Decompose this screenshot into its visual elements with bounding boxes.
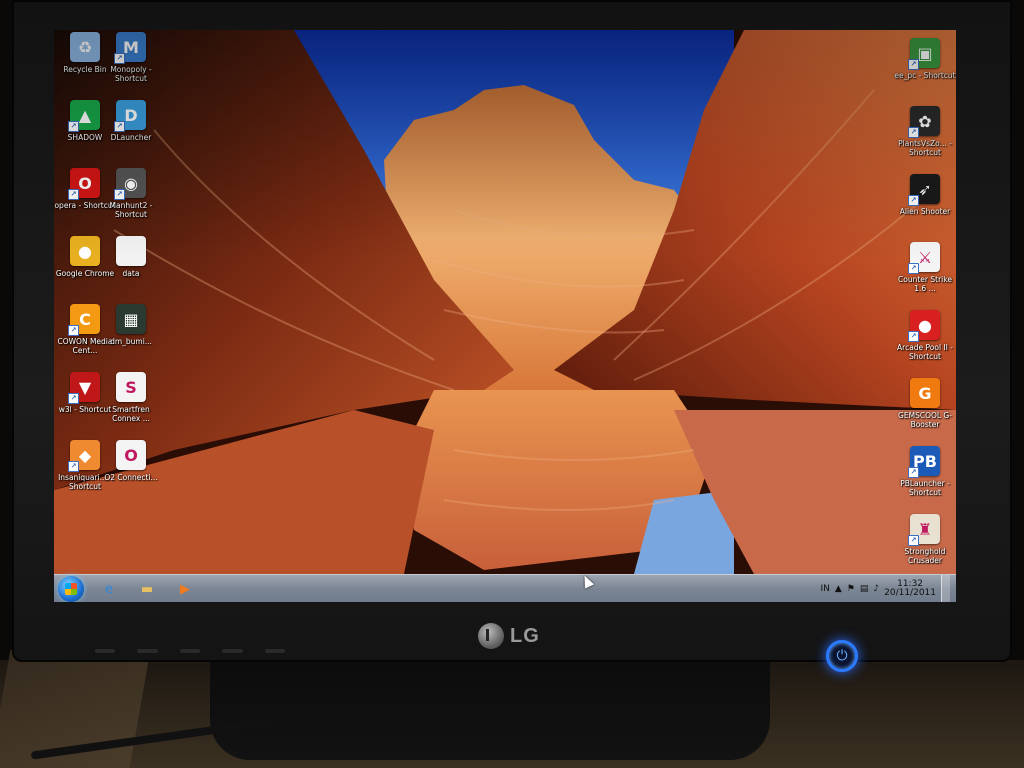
action-center-icon[interactable]: ⚑: [847, 584, 855, 594]
counter-strike-icon: ⚔ ↗: [908, 242, 940, 274]
network-icon[interactable]: ▤: [860, 584, 869, 594]
shortcut-arrow-icon: ↗: [908, 127, 919, 138]
shortcut-arrow-icon: ↗: [908, 195, 919, 206]
screen: ♻ Recycle Bin M ↗ Monopoly - Shortcut ▲ ↗ SHADO…: [54, 30, 956, 602]
shortcut-arrow-icon: ↗: [68, 121, 79, 132]
shortcut-arrow-icon: ↗: [114, 189, 125, 200]
lg-logo-icon: [478, 623, 504, 649]
gemscool-icon: G: [910, 378, 940, 408]
desktop-shortcut-label: PlantsVsZo... - Shortcut: [898, 139, 952, 157]
shortcut-arrow-icon: ↗: [68, 461, 79, 472]
arcade-pool-icon: ● ↗: [908, 310, 940, 342]
monitor-button[interactable]: [95, 649, 116, 653]
desktop-shortcut-label: Monopoly - Shortcut: [110, 65, 152, 83]
image-file-icon: ▦: [116, 304, 146, 334]
desktop-shortcut[interactable]: ♜ ↗ Stronghold Crusader: [894, 514, 956, 574]
shortcut-arrow-icon: ↗: [114, 121, 125, 132]
ee-pc-icon: ▣ ↗: [908, 38, 940, 70]
desktop-shortcut-label: dm_bumi...: [110, 337, 152, 346]
system-tray: IN ▲ ⚑ ▤ ♪ 11:32 20/11/2011: [820, 575, 956, 602]
desktop-shortcut[interactable]: data: [100, 236, 162, 296]
monitor-stand: [210, 660, 770, 760]
desktop-shortcut-label: Alien Shooter: [899, 207, 951, 216]
shortcut-arrow-icon: ↗: [68, 325, 79, 336]
volume-icon[interactable]: ♪: [873, 584, 879, 594]
monitor-button[interactable]: [137, 649, 158, 653]
desktop-shortcut[interactable]: O O2 Connecti...: [100, 440, 162, 500]
media-player-icon[interactable]: ▶: [174, 578, 196, 600]
recycle-bin-icon: ♻: [70, 32, 100, 62]
o2-icon: O: [116, 440, 146, 470]
language-indicator[interactable]: IN: [820, 584, 829, 594]
desktop-shortcut-label: Arcade Pool II - Shortcut: [897, 343, 953, 361]
desktop-shortcut-label: Manhunt2 - Shortcut: [109, 201, 153, 219]
desktop-shortcut[interactable]: ▦ dm_bumi...: [100, 304, 162, 364]
desktop-shortcut[interactable]: ➶ ↗ Alien Shooter: [894, 174, 956, 234]
desktop-shortcut-label: Counter Strike 1.6 ...: [898, 275, 952, 293]
plants-vs-zombies-icon: ✿ ↗: [908, 106, 940, 138]
desktop-shortcut[interactable]: ⚔ ↗ Counter Strike 1.6 ...: [894, 242, 956, 302]
desktop-shortcut[interactable]: ✿ ↗ PlantsVsZo... - Shortcut: [894, 106, 956, 166]
shadow-icon: ▲ ↗: [68, 100, 100, 132]
alien-shooter-icon: ➶ ↗: [908, 174, 940, 206]
opera-icon: O ↗: [68, 168, 100, 200]
shortcut-arrow-icon: ↗: [908, 59, 919, 70]
monitor-button[interactable]: [179, 649, 201, 653]
desktop-shortcut[interactable]: M ↗ Monopoly - Shortcut: [100, 32, 162, 92]
monopoly-icon: M ↗: [114, 32, 146, 64]
insaniquarium-icon: ◆ ↗: [68, 440, 100, 472]
desktop-shortcut[interactable]: ◉ ↗ Manhunt2 - Shortcut: [100, 168, 162, 228]
w3l-icon: ▼ ↗: [68, 372, 100, 404]
shortcut-arrow-icon: ↗: [114, 53, 125, 64]
shortcut-arrow-icon: ↗: [908, 263, 919, 274]
monitor-menu-buttons[interactable]: [95, 646, 286, 656]
clock[interactable]: 11:32 20/11/2011: [884, 580, 936, 598]
monitor-logo: LG: [478, 623, 540, 649]
clock-date: 20/11/2011: [884, 588, 936, 598]
taskbar: e ▬ ▶ IN ▲ ⚑ ▤ ♪ 11:32 20/11/2011: [54, 574, 956, 602]
shortcut-arrow-icon: ↗: [68, 393, 79, 404]
cowon-icon: C ↗: [68, 304, 100, 336]
desktop-shortcut[interactable]: G GEMSCOOL G-Booster: [894, 378, 956, 438]
desktop-shortcut-label: Smartfren Connex ...: [112, 405, 150, 423]
desktop-shortcut-label: PBLauncher - Shortcut: [900, 479, 950, 497]
desktop-shortcut[interactable]: S Smartfren Connex ...: [100, 372, 162, 432]
monitor-button[interactable]: [264, 649, 286, 653]
power-button[interactable]: ⏻: [826, 640, 858, 672]
internet-explorer-icon[interactable]: e: [98, 578, 120, 600]
pblauncher-icon: PB ↗: [908, 446, 940, 478]
stronghold-icon: ♜ ↗: [908, 514, 940, 546]
power-icon: ⏻: [836, 648, 848, 664]
desktop-shortcut-label: Stronghold Crusader: [904, 547, 946, 565]
desktop-shortcut[interactable]: ▣ ↗ ee_pc - Shortcut: [894, 38, 956, 98]
smartfren-icon: S: [116, 372, 146, 402]
desktop-shortcut[interactable]: PB ↗ PBLauncher - Shortcut: [894, 446, 956, 506]
desktop-shortcut[interactable]: D ↗ DLauncher: [100, 100, 162, 160]
file-icon: [116, 236, 146, 266]
wallpaper: [54, 30, 956, 574]
desktop-shortcut-label: ee_pc - Shortcut: [894, 71, 956, 80]
shortcut-arrow-icon: ↗: [68, 189, 79, 200]
shortcut-arrow-icon: ↗: [908, 331, 919, 342]
brand-name: LG: [510, 624, 540, 647]
folder-icon[interactable]: ▬: [136, 578, 158, 600]
show-desktop-button[interactable]: [941, 575, 950, 602]
show-hidden-icons-icon[interactable]: ▲: [835, 584, 842, 594]
shortcut-arrow-icon: ↗: [908, 535, 919, 546]
desktop-shortcut-label: DLauncher: [110, 133, 152, 142]
desktop-shortcut-label: O2 Connecti...: [104, 473, 158, 482]
chrome-icon: ●: [70, 236, 100, 266]
dlauncher-icon: D ↗: [114, 100, 146, 132]
manhunt2-icon: ◉ ↗: [114, 168, 146, 200]
start-button[interactable]: [58, 576, 84, 602]
shortcut-arrow-icon: ↗: [908, 467, 919, 478]
desktop-shortcut-label: data: [122, 269, 140, 278]
desktop-shortcut-label: GEMSCOOL G-Booster: [898, 411, 952, 429]
monitor-button[interactable]: [222, 649, 243, 653]
desktop-shortcut[interactable]: ● ↗ Arcade Pool II - Shortcut: [894, 310, 956, 370]
